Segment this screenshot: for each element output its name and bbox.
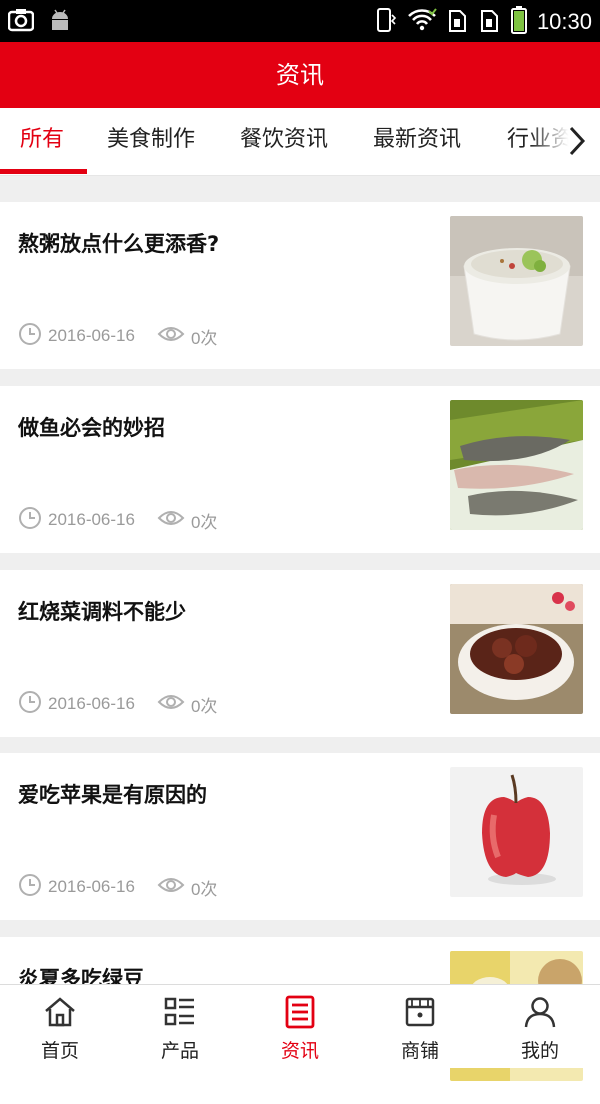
article-title: 爱吃苹果是有原因的	[18, 783, 207, 807]
article-views: 0次	[190, 696, 218, 716]
eye-icon	[157, 875, 185, 900]
nav-shop[interactable]: 商铺	[360, 985, 480, 1068]
apple-image	[450, 767, 583, 897]
tab-fade	[530, 108, 600, 174]
nav-news[interactable]: 资讯	[240, 985, 360, 1068]
clock-icon	[18, 873, 42, 902]
article-date: 2016-06-16	[48, 877, 135, 896]
article-title: 红烧菜调料不能少	[18, 600, 186, 624]
android-icon	[48, 8, 72, 36]
article-meta: 2016-06-16 0次	[18, 873, 218, 902]
porridge-image	[450, 216, 583, 346]
article-title: 做鱼必会的妙招	[18, 416, 165, 440]
tab-latest-news[interactable]: 最新资讯	[373, 108, 461, 175]
braised-meat-image	[450, 584, 583, 714]
home-icon	[43, 995, 77, 1029]
tab-all[interactable]: 所有	[20, 108, 64, 175]
sim2-icon	[479, 7, 501, 37]
user-icon	[523, 995, 557, 1029]
shop-icon	[403, 995, 437, 1029]
nav-label: 资讯	[280, 1040, 319, 1062]
nav-products[interactable]: 产品	[120, 985, 240, 1068]
active-tab-indicator	[0, 169, 87, 174]
sim1-icon	[447, 7, 469, 37]
status-time: 10:30	[536, 9, 592, 34]
article-views: 0次	[190, 879, 218, 899]
clock-icon	[18, 322, 42, 351]
article-meta: 2016-06-16 0次	[18, 690, 218, 719]
bottom-nav: 首页 产品 资讯 商铺 我的	[0, 984, 600, 1068]
article-item[interactable]: 熬粥放点什么更添香? 2016-06-16 0次	[0, 202, 600, 369]
article-item[interactable]: 做鱼必会的妙招 2016-06-16 0次	[0, 386, 600, 553]
eye-icon	[157, 324, 185, 349]
clock-icon	[18, 690, 42, 719]
category-tabs: 所有 美食制作 餐饮资讯 最新资讯 行业资讯	[0, 108, 600, 176]
chevron-right-icon[interactable]	[566, 124, 588, 158]
nav-mine[interactable]: 我的	[480, 985, 600, 1068]
article-meta: 2016-06-16 0次	[18, 506, 218, 535]
nav-label: 我的	[520, 1040, 559, 1062]
article-date: 2016-06-16	[48, 510, 135, 529]
page-title: 资讯	[0, 42, 600, 108]
article-item[interactable]: 爱吃苹果是有原因的 2016-06-16 0次	[0, 753, 600, 920]
nav-label: 产品	[160, 1040, 199, 1062]
wifi-icon	[407, 8, 437, 36]
article-title: 熬粥放点什么更添香?	[18, 232, 220, 256]
list-icon	[163, 995, 197, 1029]
article-meta: 2016-06-16 0次	[18, 322, 218, 351]
eye-icon	[157, 692, 185, 717]
nav-home[interactable]: 首页	[0, 985, 120, 1068]
news-icon	[283, 995, 317, 1029]
nav-label: 首页	[40, 1040, 79, 1062]
article-date: 2016-06-16	[48, 326, 135, 345]
status-bar: 10:30	[0, 0, 600, 42]
article-item[interactable]: 红烧菜调料不能少 2016-06-16 0次	[0, 570, 600, 737]
clock-icon	[18, 506, 42, 535]
article-date: 2016-06-16	[48, 694, 135, 713]
article-views: 0次	[190, 328, 218, 348]
tab-catering-news[interactable]: 餐饮资讯	[240, 108, 328, 175]
screenshot-icon	[7, 8, 35, 36]
eye-icon	[157, 508, 185, 533]
vibrate-icon	[375, 7, 397, 37]
nav-label: 商铺	[400, 1040, 439, 1062]
battery-icon	[510, 6, 527, 38]
article-views: 0次	[190, 512, 218, 532]
tab-food-making[interactable]: 美食制作	[107, 108, 195, 175]
fish-image	[450, 400, 583, 530]
